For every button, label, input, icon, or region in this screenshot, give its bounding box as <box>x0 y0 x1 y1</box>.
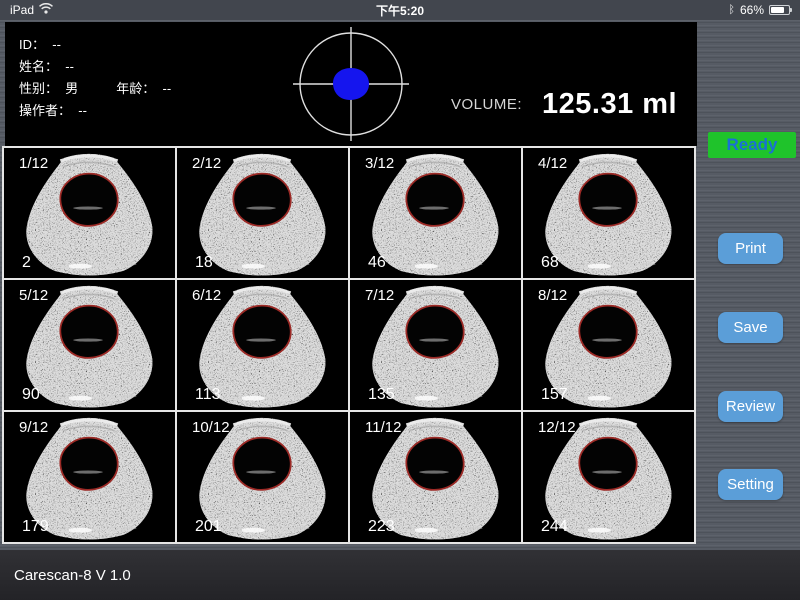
patient-id-row: ID： -- <box>19 34 171 56</box>
scan-thumbnail-cell[interactable]: 2/12 18 <box>177 148 348 278</box>
frame-index-label: 10/12 <box>192 419 230 436</box>
scan-thumbnail-cell[interactable]: 5/12 90 <box>4 280 175 410</box>
frame-depth-value: 223 <box>368 518 395 536</box>
exam-header-panel: ID： -- 姓名： -- 性别： 男年龄： -- 操作者： -- VOLUME… <box>5 22 697 146</box>
frame-index-label: 8/12 <box>538 287 567 304</box>
frame-depth-value: 90 <box>22 386 40 404</box>
main-area: ID： -- 姓名： -- 性别： 男年龄： -- 操作者： -- VOLUME… <box>0 20 800 550</box>
frame-depth-value: 2 <box>22 254 31 272</box>
battery-percent: 66% <box>740 3 764 17</box>
volume-value: 125.31 ml <box>542 88 677 121</box>
patient-name-row: 姓名： -- <box>19 56 171 78</box>
frame-depth-value: 244 <box>541 518 568 536</box>
status-time: 下午5:20 <box>0 2 800 19</box>
scan-thumbnail-cell[interactable]: 9/12 179 <box>4 412 175 542</box>
patient-info: ID： -- 姓名： -- 性别： 男年龄： -- 操作者： -- <box>19 34 171 122</box>
frame-depth-value: 201 <box>195 518 222 536</box>
print-button[interactable]: Print <box>718 233 783 264</box>
review-button[interactable]: Review <box>718 391 783 422</box>
status-bar: iPad 下午5:20 ᛒ 66% <box>0 0 800 20</box>
crosshair-target-icon <box>287 22 417 146</box>
volume-readout: VOLUME: 125.31 ml <box>451 88 677 121</box>
frame-depth-value: 157 <box>541 386 568 404</box>
frame-depth-value: 46 <box>368 254 386 272</box>
frame-depth-value: 68 <box>541 254 559 272</box>
battery-fill <box>771 7 784 13</box>
ready-status-badge: Ready <box>708 132 796 158</box>
patient-gender-age-row: 性别： 男年龄： -- <box>19 78 171 100</box>
frame-index-label: 11/12 <box>365 419 401 436</box>
scan-thumbnail-cell[interactable]: 11/12 223 <box>350 412 521 542</box>
scan-thumbnail-cell[interactable]: 12/12 244 <box>523 412 694 542</box>
volume-label: VOLUME: <box>451 96 522 113</box>
frame-depth-value: 135 <box>368 386 395 404</box>
scan-thumbnail-cell[interactable]: 1/12 2 <box>4 148 175 278</box>
frame-index-label: 6/12 <box>192 287 221 304</box>
frame-index-label: 5/12 <box>19 287 48 304</box>
frame-index-label: 9/12 <box>19 419 48 436</box>
scan-thumbnail-cell[interactable]: 3/12 46 <box>350 148 521 278</box>
frame-depth-value: 18 <box>195 254 213 272</box>
battery-icon <box>769 5 790 15</box>
target-dot <box>333 68 369 100</box>
frame-depth-value: 179 <box>22 518 49 536</box>
scan-thumbnail-cell[interactable]: 6/12 113 <box>177 280 348 410</box>
bluetooth-icon: ᛒ <box>728 4 735 16</box>
frame-index-label: 3/12 <box>365 155 394 172</box>
frame-index-label: 12/12 <box>538 419 576 436</box>
frame-index-label: 1/12 <box>19 155 48 172</box>
scan-thumbnail-grid: 1/12 2 2/12 18 3/12 46 4/12 68 5/12 90 6 <box>2 146 696 544</box>
scan-thumbnail-cell[interactable]: 8/12 157 <box>523 280 694 410</box>
device-label: iPad <box>10 3 34 17</box>
scan-thumbnail-cell[interactable]: 4/12 68 <box>523 148 694 278</box>
save-button[interactable]: Save <box>718 312 783 343</box>
frame-index-label: 2/12 <box>192 155 221 172</box>
footer-bar: Carescan-8 V 1.0 <box>0 550 800 600</box>
scan-thumbnail-cell[interactable]: 7/12 135 <box>350 280 521 410</box>
app-version-label: Carescan-8 V 1.0 <box>14 567 131 584</box>
frame-index-label: 4/12 <box>538 155 567 172</box>
operator-row: 操作者： -- <box>19 100 171 122</box>
frame-index-label: 7/12 <box>365 287 394 304</box>
frame-depth-value: 113 <box>195 386 221 404</box>
wifi-icon <box>39 3 53 17</box>
setting-button[interactable]: Setting <box>718 469 783 500</box>
scan-thumbnail-cell[interactable]: 10/12 201 <box>177 412 348 542</box>
